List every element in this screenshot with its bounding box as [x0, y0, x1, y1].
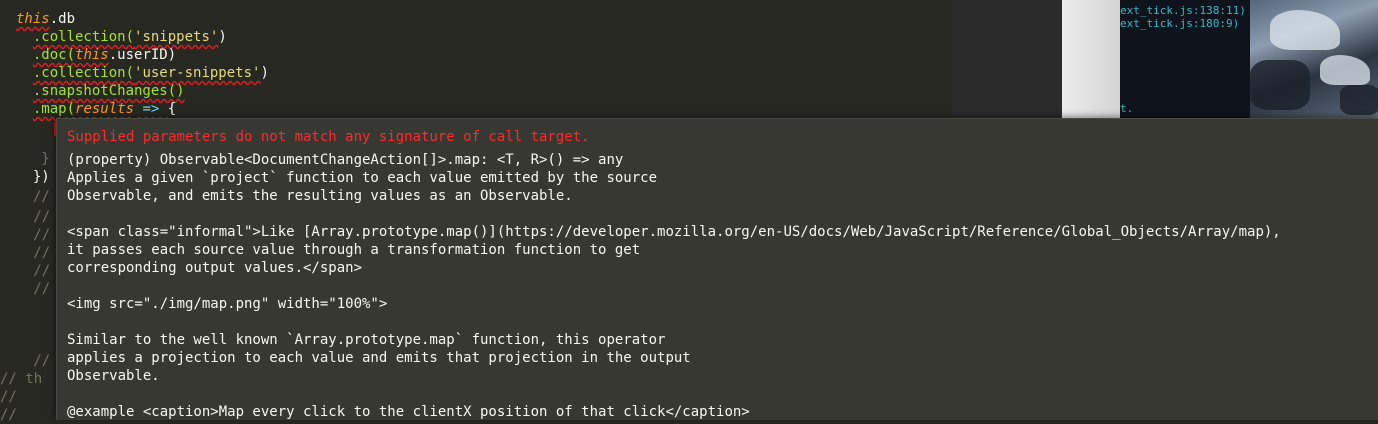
terminal-window[interactable]: ext_tick.js:138:11) ext_tick.js:180:9) t… [1120, 0, 1250, 120]
code-token: ) [218, 29, 227, 45]
code-token: .db [49, 11, 76, 27]
code-fragment: // [8, 245, 51, 261]
tooltip-line: it passes each source value through a tr… [67, 242, 641, 258]
tooltip-line: applies a projection to each value and e… [67, 350, 691, 366]
code-token: results [75, 101, 135, 117]
code-token: { [167, 101, 177, 117]
tooltip-line: Observable. [67, 368, 160, 384]
error-message: Supplied parameters do not match any sig… [67, 129, 590, 145]
code-fragment: // [8, 281, 51, 297]
code-fragment: // [8, 353, 51, 369]
code-token: .collection( [32, 29, 135, 45]
code-token: .collection( [32, 65, 135, 81]
hover-tooltip: Supplied parameters do not match any sig… [56, 118, 1378, 420]
code-line[interactable]: .collection('user-snippets') [16, 64, 269, 82]
code-fragment: // [8, 227, 51, 243]
code-fragment: }) [16, 169, 50, 185]
code-token: this [16, 11, 50, 27]
code-fragment: // [16, 189, 50, 205]
window-edge [1062, 0, 1120, 120]
code-line[interactable]: .collection('snippets') [16, 28, 227, 46]
desktop-wallpaper [1250, 0, 1378, 120]
code-token: 'user-snippets' [134, 65, 261, 81]
code-token: .userID) [108, 47, 177, 63]
tooltip-line: <span class="informal">Like [Array.proto… [67, 224, 1281, 240]
code-token: => [134, 101, 168, 117]
code-fragment: // [8, 209, 51, 225]
code-fragment: // th [0, 371, 43, 387]
code-token: .snapshotChanges() [32, 83, 185, 99]
tooltip-line: Observable, and emits the resulting valu… [67, 188, 573, 204]
tooltip-line: Similar to the well known `Array.prototy… [67, 332, 666, 348]
terminal-line: t. [1120, 102, 1134, 115]
code-line[interactable]: .doc(this.userID) [16, 46, 176, 64]
tooltip-line: <img src="./img/map.png" width="100%"> [67, 296, 388, 312]
code-line[interactable]: this.db [16, 10, 75, 28]
code-token: .doc( [32, 47, 76, 63]
tooltip-line: corresponding output values.</span> [67, 260, 363, 276]
code-fragment: } [16, 151, 50, 167]
code-fragment: // [0, 407, 17, 423]
code-token: this [75, 47, 109, 63]
code-line[interactable]: .map(results => { [16, 100, 176, 118]
tooltip-line: (property) Observable<DocumentChangeActi… [67, 152, 624, 168]
code-token: 'snippets' [134, 29, 219, 45]
side-panel [952, 0, 1062, 120]
tooltip-line: @example <caption>Map every click to the… [67, 404, 750, 420]
terminal-line: ext_tick.js:180:9) [1120, 17, 1240, 30]
code-token: ) [260, 65, 269, 81]
terminal-line: ext_tick.js:138:11) [1120, 4, 1246, 17]
code-line[interactable]: .snapshotChanges() [16, 82, 185, 100]
code-fragment: // [8, 263, 51, 279]
tooltip-line: Applies a given `project` function to ea… [67, 170, 658, 186]
code-token: .map( [32, 101, 76, 117]
code-fragment: // [0, 389, 17, 405]
